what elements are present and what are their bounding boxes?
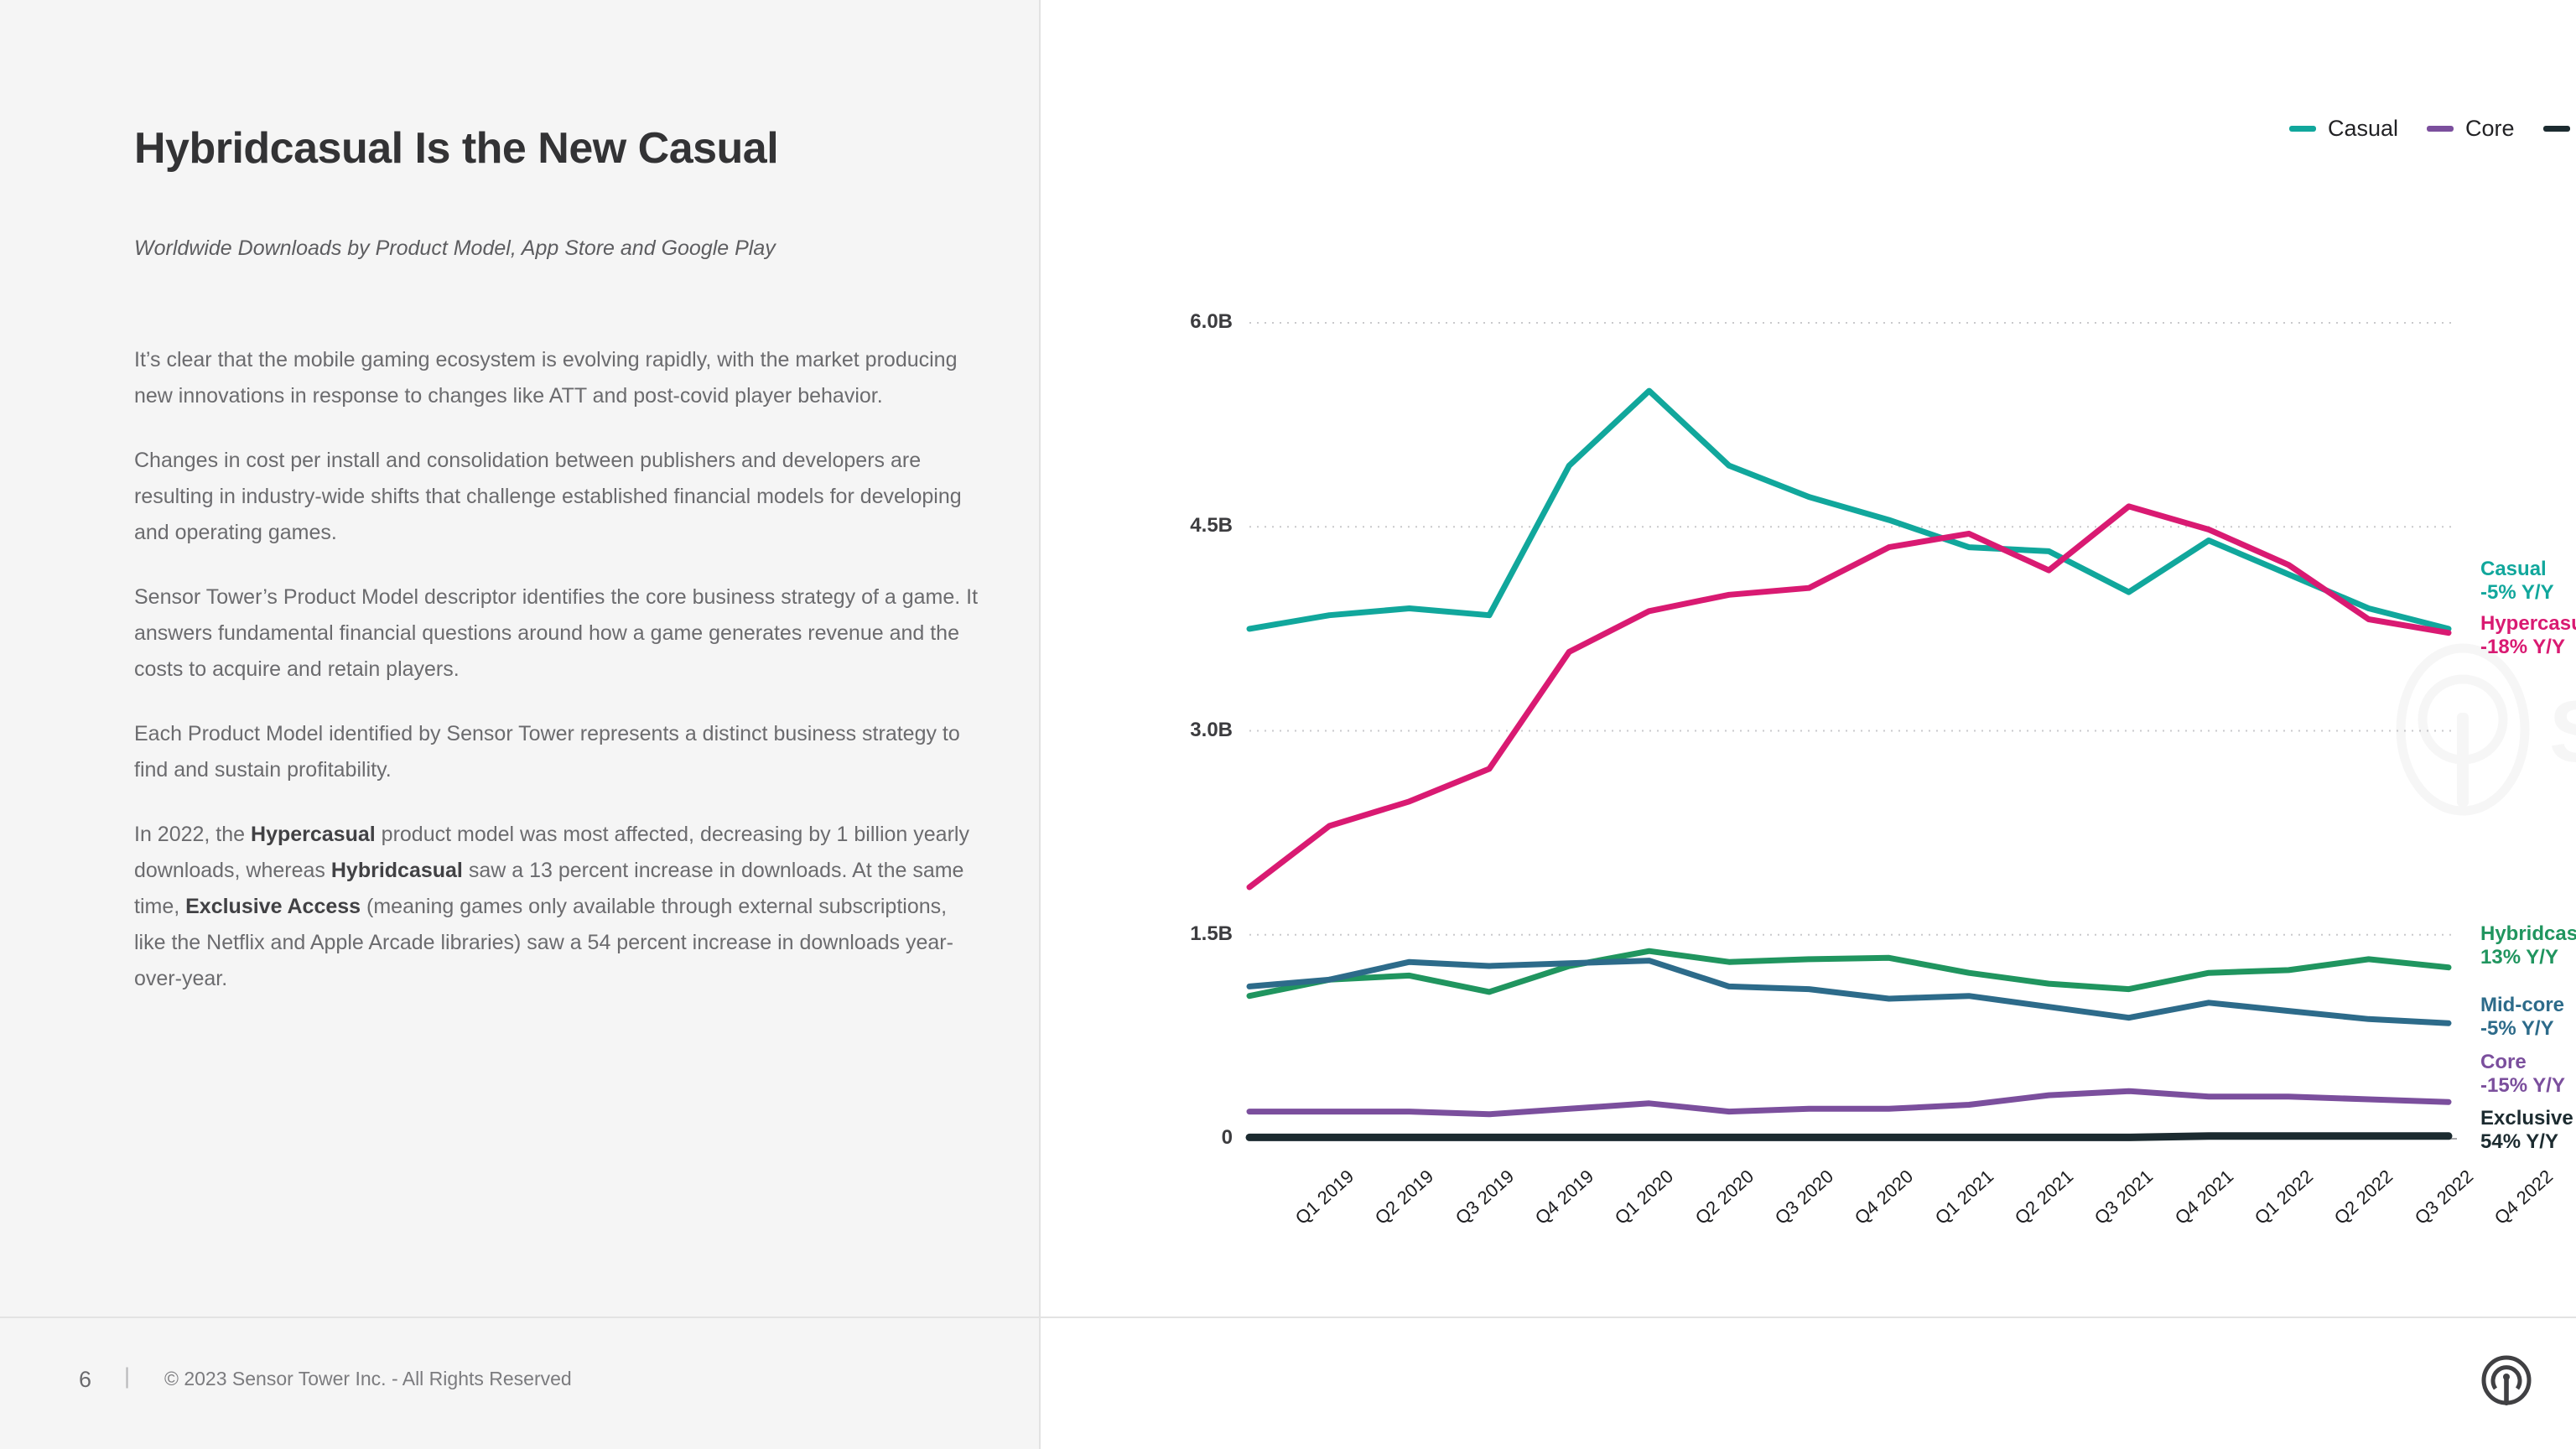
- annotation-series-name: Hybridcasual: [2480, 922, 2576, 945]
- annotation-series-value: 13% Y/Y: [2480, 945, 2558, 969]
- annotation-series-name: Casual: [2480, 558, 2547, 580]
- series-line-core: [1246, 1088, 2452, 1118]
- body-paragraph: Each Product Model identified by Sensor …: [134, 716, 981, 788]
- sensor-tower-logo-icon: [2481, 1355, 2532, 1405]
- body-text-run: In 2022, the: [134, 823, 252, 846]
- annotation-series-name: Core: [2480, 1051, 2527, 1073]
- y-axis-tick-label: 6.0B: [1190, 310, 1233, 333]
- body-paragraph: Changes in cost per install and consolid…: [134, 443, 981, 551]
- annotation-series-value: -5% Y/Y: [2480, 1016, 2554, 1040]
- annotation-series-value: -18% Y/Y: [2480, 635, 2565, 658]
- body-paragraph: Sensor Tower’s Product Model descriptor …: [134, 579, 981, 688]
- body-text-run: It’s clear that the mobile gaming ecosys…: [134, 348, 958, 408]
- series-line-casual: [1246, 387, 2452, 632]
- series-line-hybridcasual: [1246, 948, 2452, 1000]
- footer-copyright: © 2023 Sensor Tower Inc. - All Rights Re…: [164, 1368, 572, 1389]
- series-annotation-core: Core -15% Y/Y: [2480, 1051, 2565, 1098]
- line-chart-plot: [1245, 322, 2457, 1141]
- annotation-series-name: Mid-core: [2480, 994, 2565, 1016]
- series-annotation-casual: Casual -5% Y/Y: [2480, 558, 2554, 605]
- body-text-run: Sensor Tower’s Product Model descriptor …: [134, 585, 979, 681]
- series-line-exclusive-access: [1245, 1132, 2453, 1141]
- series-annotation-hybridcasual: Hybridcasual13% Y/Y: [2480, 922, 2576, 969]
- series-annotation-mid-core: Mid-core -5% Y/Y: [2480, 994, 2564, 1041]
- annotation-series-name: Hypercasual: [2480, 612, 2576, 635]
- body-paragraph: It’s clear that the mobile gaming ecosys…: [134, 342, 981, 414]
- chart-region: CasualCoreExclusive AccessHybridcasualHy…: [1040, 0, 2576, 1317]
- footer-separator: |: [124, 1363, 131, 1389]
- y-axis-tick-label: 0: [1221, 1126, 1233, 1149]
- body-paragraph: In 2022, the Hypercasual product model w…: [134, 817, 981, 997]
- emphasis-term: Exclusive Access: [185, 895, 361, 918]
- series-annotation-hypercasual: Hypercasual-18% Y/Y: [2480, 612, 2576, 659]
- y-axis-tick-label: 1.5B: [1190, 922, 1233, 945]
- body-text-run: Changes in cost per install and consolid…: [134, 449, 962, 544]
- annotation-series-value: 54% Y/Y: [2480, 1130, 2558, 1153]
- footer-page-number: 6: [79, 1367, 92, 1392]
- annotation-series-value: -15% Y/Y: [2480, 1073, 2565, 1097]
- annotation-series-name: Exclusive Access: [2480, 1107, 2576, 1130]
- emphasis-term: Hypercasual: [251, 823, 376, 846]
- page-title: Hybridcasual Is the New Casual: [134, 124, 779, 173]
- chart-series-lines: [1245, 387, 2453, 1141]
- footer-divider: [0, 1317, 2576, 1318]
- chart-gridlines: [1249, 322, 2457, 1140]
- page-subtitle: Worldwide Downloads by Product Model, Ap…: [134, 236, 776, 260]
- y-axis-tick-label: 4.5B: [1190, 514, 1233, 538]
- body-copy: It’s clear that the mobile gaming ecosys…: [134, 342, 981, 1026]
- annotation-series-value: -5% Y/Y: [2480, 580, 2554, 604]
- emphasis-term: Hybridcasual: [330, 859, 463, 882]
- body-text-run: Each Product Model identified by Sensor …: [134, 722, 960, 782]
- y-axis-tick-label: 3.0B: [1190, 718, 1233, 741]
- series-annotation-exclusive-access: Exclusive Access54% Y/Y: [2480, 1107, 2576, 1154]
